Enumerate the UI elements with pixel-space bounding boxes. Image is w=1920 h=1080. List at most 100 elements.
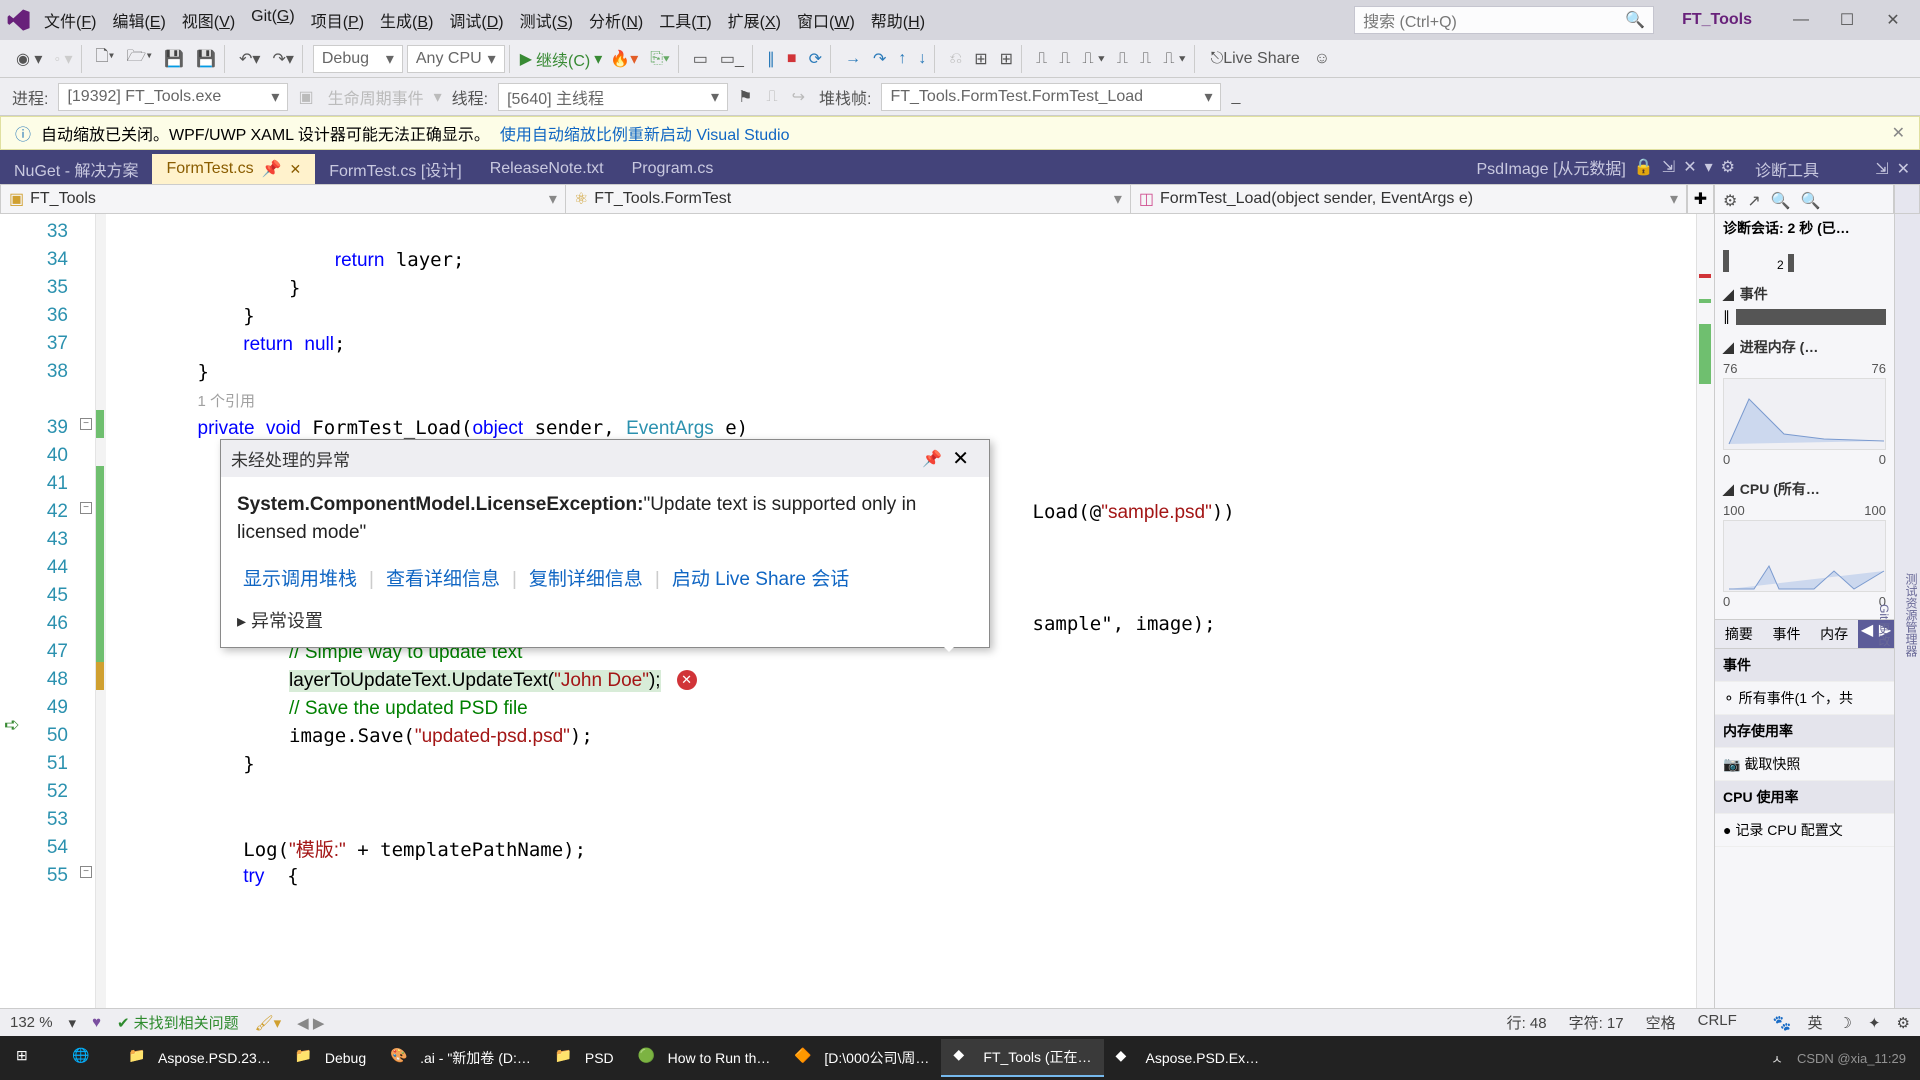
menu-H[interactable]: 帮助(H) xyxy=(863,6,933,34)
maximize-button[interactable]: ☐ xyxy=(1826,6,1868,34)
menu-F[interactable]: 文件(F) xyxy=(36,6,104,34)
menu-P[interactable]: 项目(P) xyxy=(303,6,372,34)
continue-button[interactable]: ▶ 继续(C) ▾ xyxy=(520,47,603,71)
dropdown-tab-icon[interactable]: ▾ xyxy=(1705,157,1713,177)
tool1-icon[interactable]: ⎌ xyxy=(945,48,966,70)
exception-link[interactable]: 查看详细信息 xyxy=(380,569,506,590)
tab-item[interactable]: NuGet - 解决方案 xyxy=(0,154,152,184)
menu-S[interactable]: 测试(S) xyxy=(512,6,581,34)
class-dropdown[interactable]: ⚛FT_Tools.FormTest▾ xyxy=(566,185,1131,213)
live-share-button[interactable]: ⎋ Live Share xyxy=(1207,48,1304,70)
no-issues[interactable]: ✔ 未找到相关问题 xyxy=(117,1012,239,1033)
close-tab-icon[interactable]: ✕ xyxy=(1683,157,1696,177)
moon-icon[interactable]: ☽ xyxy=(1839,1014,1852,1032)
zoom-level[interactable]: 132 % xyxy=(10,1014,53,1031)
save-all-icon[interactable]: 💾 xyxy=(192,47,220,71)
diag-tabs[interactable]: 摘要 事件 内存 ◀ ▶ xyxy=(1715,619,1894,649)
gear-icon[interactable]: ⚙ xyxy=(1721,157,1735,177)
config-select[interactable]: Debug▾ xyxy=(313,45,403,73)
code-editor[interactable]: ➪ 33343536373839404142434445464748495051… xyxy=(0,214,1714,1008)
hot-reload-icon[interactable]: 🔥▾ xyxy=(606,47,642,71)
system-tray[interactable]: ㅅ CSDN @xia_11:29 xyxy=(1771,1049,1916,1068)
project-dropdown[interactable]: ▣FT_Tools▾ xyxy=(1,185,566,213)
metadata-tab[interactable]: PsdImage [从元数据] xyxy=(1477,155,1626,179)
taskbar-item[interactable]: 📁Debug xyxy=(283,1039,378,1077)
stop-icon[interactable]: ■ xyxy=(783,48,801,70)
col-indicator[interactable]: 字符: 17 xyxy=(1569,1012,1624,1033)
minimap[interactable] xyxy=(1696,214,1714,1008)
taskbar-item[interactable]: 📁Aspose.PSD.23… xyxy=(116,1039,283,1077)
new-icon[interactable]: 🗋▾ xyxy=(92,43,119,74)
crlf-indicator[interactable]: CRLF xyxy=(1698,1012,1737,1033)
snapshot-button[interactable]: 📷 截取快照 xyxy=(1715,748,1894,781)
back-icon[interactable]: ◉ ▾ xyxy=(12,47,46,71)
info-link[interactable]: 使用自动缩放比例重新启动 Visual Studio xyxy=(500,121,790,145)
open-icon[interactable]: 🗁▾ xyxy=(122,43,156,74)
platform-select[interactable]: Any CPU▾ xyxy=(407,45,505,73)
forward-icon[interactable]: ◦ ▾ xyxy=(50,47,76,71)
menu-D[interactable]: 调试(D) xyxy=(441,6,511,34)
taskbar-item[interactable]: 🎨.ai - "新加卷 (D:… xyxy=(378,1039,543,1077)
taskbar-item[interactable]: ◆Aspose.PSD.Ex… xyxy=(1104,1039,1272,1077)
undo-icon[interactable]: ↶▾ xyxy=(235,47,264,71)
diag-pin-icon[interactable]: ⇲ xyxy=(1875,159,1888,179)
step-ui1-icon[interactable]: ▭ xyxy=(689,47,712,71)
diag-events-header[interactable]: 事件 xyxy=(1740,284,1768,304)
tool2-icon[interactable]: ⊞ xyxy=(970,47,991,71)
health-icon[interactable]: ♥ xyxy=(92,1014,101,1031)
thread-tool-icon[interactable]: ⎍ xyxy=(762,86,781,108)
menu-N[interactable]: 分析(N) xyxy=(581,6,651,34)
save-icon[interactable]: 💾 xyxy=(160,47,188,71)
fold-margin[interactable]: −−− xyxy=(78,214,96,1008)
close-popup-icon[interactable]: ✕ xyxy=(942,446,979,471)
method-dropdown[interactable]: ◫FormTest_Load(object sender, EventArgs … xyxy=(1131,185,1687,213)
step-next-icon[interactable]: ↓ xyxy=(914,48,930,70)
taskbar-item[interactable]: 🌐 xyxy=(60,1039,116,1077)
menu-G[interactable]: Git(G) xyxy=(243,6,303,34)
menu-B[interactable]: 生成(B) xyxy=(372,6,441,34)
exception-link[interactable]: 显示调用堆栈 xyxy=(237,569,363,590)
split-icon[interactable]: ✚ xyxy=(1687,185,1713,213)
thread-select[interactable]: [5640] 主线程▾ xyxy=(498,83,728,111)
feedback-icon[interactable]: ☺ xyxy=(1310,48,1334,70)
menu-T[interactable]: 工具(T) xyxy=(651,6,719,34)
search-input[interactable]: 搜索 (Ctrl+Q) 🔍 xyxy=(1354,6,1654,34)
diag-close-icon[interactable]: ✕ xyxy=(1897,159,1910,179)
spaces-indicator[interactable]: 空格 xyxy=(1646,1012,1676,1033)
diag-cpu-header[interactable]: CPU (所有… xyxy=(1740,479,1820,499)
thread-out-icon[interactable]: ↪ xyxy=(788,85,809,109)
menu-X[interactable]: 扩展(X) xyxy=(720,6,789,34)
tab-item[interactable]: FormTest.cs 📌 ✕ xyxy=(152,154,315,184)
ime-indicator[interactable]: 英 xyxy=(1808,1012,1823,1033)
menu-V[interactable]: 视图(V) xyxy=(174,6,243,34)
pin-popup-icon[interactable]: 📌 xyxy=(922,449,942,469)
diag-reset-icon[interactable]: 🔍 xyxy=(1801,191,1821,211)
close-button[interactable]: ✕ xyxy=(1872,6,1914,34)
record-cpu-button[interactable]: ● 记录 CPU 配置文 xyxy=(1715,814,1894,847)
step-into-icon[interactable]: → xyxy=(841,48,865,70)
step-over-icon[interactable]: ↷ xyxy=(869,47,890,71)
diag-zoom-in-icon[interactable]: ↗ xyxy=(1747,191,1760,211)
diag-zoom-out-icon[interactable]: 🔍 xyxy=(1771,191,1791,211)
exception-link[interactable]: 复制详细信息 xyxy=(523,569,649,590)
stack-select[interactable]: FT_Tools.FormTest.FormTest_Load▾ xyxy=(881,83,1221,111)
flag-icon[interactable]: ⚑ xyxy=(734,85,756,109)
status-gear-icon[interactable]: ⚙ xyxy=(1897,1014,1910,1032)
pause-diag-icon[interactable]: ∥ xyxy=(1723,308,1730,325)
menu-W[interactable]: 窗口(W) xyxy=(789,6,863,34)
redo-icon[interactable]: ↷▾ xyxy=(268,47,297,71)
menu-E[interactable]: 编辑(E) xyxy=(104,6,173,34)
taskbar-item[interactable]: 🟢How to Run th… xyxy=(626,1039,783,1077)
restart-icon[interactable]: ⟳ xyxy=(805,47,826,71)
attach-icon[interactable]: ⎘▾ xyxy=(646,48,674,70)
tab-item[interactable]: FormTest.cs [设计] xyxy=(315,154,475,184)
tab-item[interactable]: ReleaseNote.txt xyxy=(476,154,618,184)
overflow-icon[interactable]: _ xyxy=(1227,86,1244,108)
paw-icon[interactable]: 🐾 xyxy=(1773,1014,1792,1032)
lifecycle-icon[interactable]: ▣ xyxy=(294,85,317,109)
exception-settings[interactable]: ▸ 异常设置 xyxy=(221,601,989,647)
pin-icon[interactable]: ⇲ xyxy=(1662,157,1675,177)
brush-icon[interactable]: 🖌▾ xyxy=(255,1014,282,1032)
taskbar-item[interactable]: ◆FT_Tools (正在… xyxy=(941,1039,1103,1077)
line-indicator[interactable]: 行: 48 xyxy=(1507,1012,1547,1033)
